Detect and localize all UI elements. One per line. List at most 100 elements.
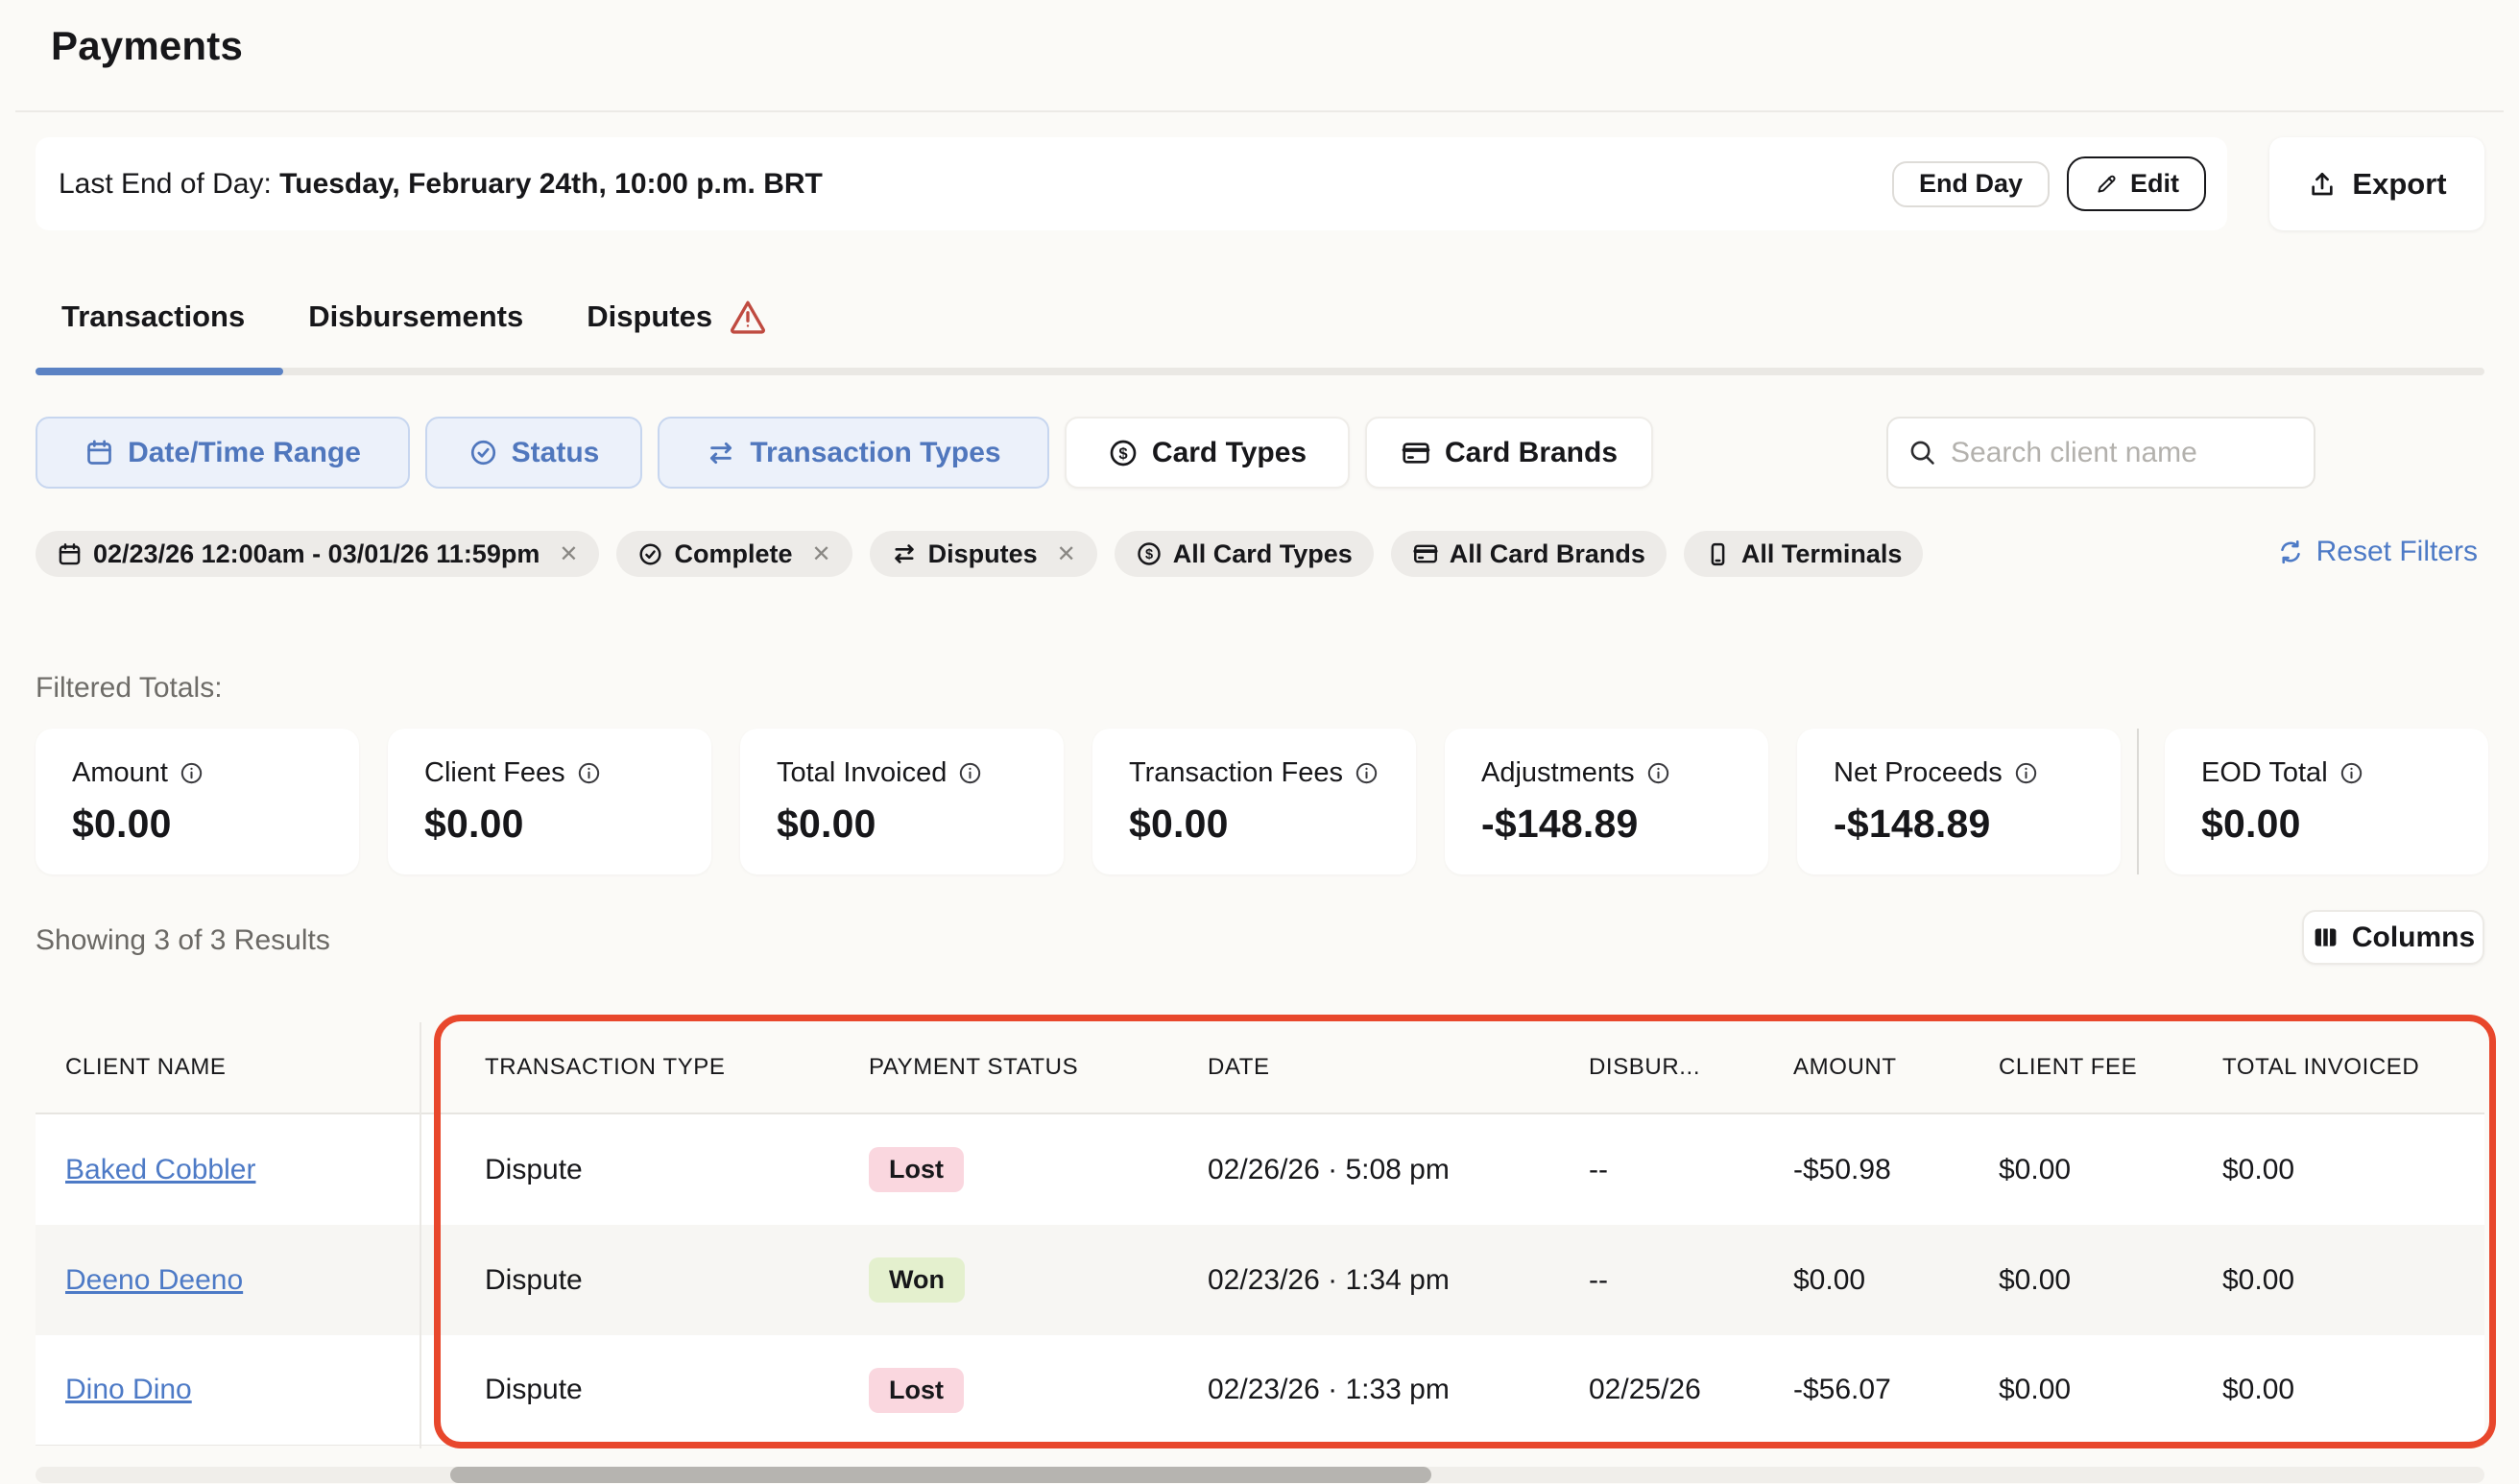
refresh-icon	[2276, 538, 2305, 566]
client-link[interactable]: Baked Cobbler	[65, 1154, 255, 1185]
transaction-types-filter-button[interactable]: Transaction Types	[658, 417, 1049, 489]
info-icon[interactable]	[576, 760, 602, 786]
info-icon[interactable]	[2013, 760, 2039, 786]
status-filter-button[interactable]: Status	[425, 417, 642, 489]
column-header-amount: AMOUNT	[1728, 1054, 1933, 1081]
last-end-of-day-label: Last End of Day:	[59, 168, 279, 200]
status-filter-label: Status	[512, 437, 600, 469]
disbursement-cell: --	[1523, 1264, 1728, 1297]
filtered-totals-heading: Filtered Totals:	[36, 672, 223, 705]
chip-all-terminals-label: All Terminals	[1741, 539, 1903, 569]
total-card-value: $0.00	[777, 802, 1027, 847]
svg-text:$: $	[1145, 547, 1153, 562]
svg-text:$: $	[1118, 443, 1128, 462]
disbursement-cell: --	[1523, 1154, 1728, 1186]
info-icon[interactable]	[1645, 760, 1671, 786]
column-header-client-name: CLIENT NAME	[36, 1054, 420, 1081]
total-invoiced-cell: $0.00	[2157, 1374, 2484, 1406]
page-title: Payments	[51, 23, 243, 69]
columns-button-label: Columns	[2352, 922, 2475, 954]
chip-disputes[interactable]: Disputes ✕	[870, 531, 1097, 577]
info-icon[interactable]	[2339, 760, 2364, 786]
total-card-label: Transaction Fees	[1129, 757, 1343, 789]
filter-chips-row: 02/23/26 12:00am - 03/01/26 11:59pm ✕ Co…	[36, 531, 1923, 577]
chip-all-card-brands-label: All Card Brands	[1450, 539, 1645, 569]
edit-button[interactable]: Edit	[2067, 156, 2206, 211]
tab-transactions-label: Transactions	[61, 299, 245, 334]
export-icon	[2307, 169, 2338, 200]
card-brands-label: Card Brands	[1445, 437, 1618, 469]
end-day-button-label: End Day	[1919, 169, 2023, 199]
chip-disputes-label: Disputes	[928, 539, 1038, 569]
total-card-value: $0.00	[1129, 802, 1379, 847]
info-icon[interactable]	[179, 760, 204, 786]
search-input[interactable]	[1951, 437, 2294, 469]
client-fee-cell: $0.00	[1933, 1154, 2157, 1186]
tab-disputes[interactable]: Disputes	[587, 297, 768, 337]
columns-button[interactable]: Columns	[2302, 910, 2484, 965]
dollar-circle-icon: $	[1108, 438, 1139, 468]
info-icon[interactable]	[1354, 760, 1379, 786]
tab-active-indicator	[36, 368, 283, 375]
search-icon	[1907, 438, 1937, 467]
filter-button-row: Date/Time Range Status Transaction Types…	[36, 417, 1653, 489]
date-cell: 02/26/26 · 5:08 pm	[1142, 1154, 1523, 1186]
chip-date-range[interactable]: 02/23/26 12:00am - 03/01/26 11:59pm ✕	[36, 531, 599, 577]
close-icon[interactable]: ✕	[559, 540, 578, 568]
card-brands-filter-button[interactable]: Card Brands	[1365, 417, 1653, 489]
amount-cell: -$50.98	[1728, 1154, 1933, 1186]
close-icon[interactable]: ✕	[811, 540, 830, 568]
column-header-total-invoiced: TOTAL INVOICED	[2157, 1054, 2484, 1081]
client-link[interactable]: Dino Dino	[65, 1374, 192, 1405]
export-button[interactable]: Export	[2269, 137, 2484, 230]
client-fee-cell: $0.00	[1933, 1374, 2157, 1406]
client-search-box	[1886, 417, 2315, 489]
payments-page: Payments Last End of Day: Tuesday, Febru…	[0, 0, 2519, 1484]
transaction-types-label: Transaction Types	[750, 437, 1000, 469]
horizontal-scrollbar-track[interactable]	[36, 1467, 2484, 1483]
transfer-arrows-icon	[891, 540, 918, 567]
end-day-button[interactable]: End Day	[1892, 161, 2050, 207]
transaction-type-cell: Dispute	[420, 1264, 804, 1297]
total-card-transaction-fees: Transaction Fees $0.00	[1092, 729, 1416, 874]
total-card-label: Net Proceeds	[1834, 757, 2003, 789]
total-card-value: $0.00	[2201, 802, 2452, 847]
table-header-row: CLIENT NAME TRANSACTION TYPE PAYMENT STA…	[36, 1022, 2484, 1114]
results-summary: Showing 3 of 3 Results	[36, 924, 330, 957]
column-header-date: DATE	[1142, 1054, 1523, 1081]
client-link[interactable]: Deeno Deeno	[65, 1264, 243, 1296]
filtered-totals-row: Amount $0.00 Client Fees $0.00 Total Inv…	[36, 729, 2517, 874]
reset-filters-link[interactable]: Reset Filters	[2276, 536, 2478, 568]
card-types-label: Card Types	[1152, 437, 1307, 469]
table-row: Dino Dino Dispute Lost 02/23/26 · 1:33 p…	[36, 1335, 2484, 1446]
chip-complete[interactable]: Complete ✕	[616, 531, 852, 577]
close-icon[interactable]: ✕	[1057, 540, 1076, 568]
check-circle-icon	[637, 541, 663, 567]
calendar-icon	[57, 541, 83, 567]
date-time-range-filter-button[interactable]: Date/Time Range	[36, 417, 410, 489]
tab-disbursements-label: Disbursements	[308, 299, 523, 334]
chip-all-terminals[interactable]: All Terminals	[1684, 531, 1924, 577]
total-card-label: Adjustments	[1481, 757, 1635, 789]
tab-disbursements[interactable]: Disbursements	[308, 299, 523, 334]
chip-date-range-label: 02/23/26 12:00am - 03/01/26 11:59pm	[93, 539, 540, 569]
chip-all-card-brands[interactable]: All Card Brands	[1391, 531, 1667, 577]
horizontal-scrollbar-thumb[interactable]	[450, 1467, 1431, 1483]
total-card-client-fees: Client Fees $0.00	[388, 729, 711, 874]
reset-filters-label: Reset Filters	[2316, 536, 2478, 568]
chip-all-card-types[interactable]: $ All Card Types	[1115, 531, 1374, 577]
calendar-icon	[84, 438, 114, 467]
total-card-total-invoiced: Total Invoiced $0.00	[740, 729, 1064, 874]
total-card-label: Total Invoiced	[777, 757, 947, 789]
info-icon[interactable]	[957, 760, 983, 786]
total-card-label: Client Fees	[424, 757, 565, 789]
table-row: Deeno Deeno Dispute Won 02/23/26 · 1:34 …	[36, 1225, 2484, 1335]
card-types-filter-button[interactable]: $ Card Types	[1065, 417, 1350, 489]
total-card-amount: Amount $0.00	[36, 729, 359, 874]
date-cell: 02/23/26 · 1:34 pm	[1142, 1264, 1523, 1297]
total-card-value: $0.00	[72, 802, 323, 847]
amount-cell: $0.00	[1728, 1264, 1933, 1297]
chip-complete-label: Complete	[674, 539, 792, 569]
tab-transactions[interactable]: Transactions	[61, 299, 245, 334]
column-header-disbursement: DISBUR...	[1523, 1054, 1728, 1081]
